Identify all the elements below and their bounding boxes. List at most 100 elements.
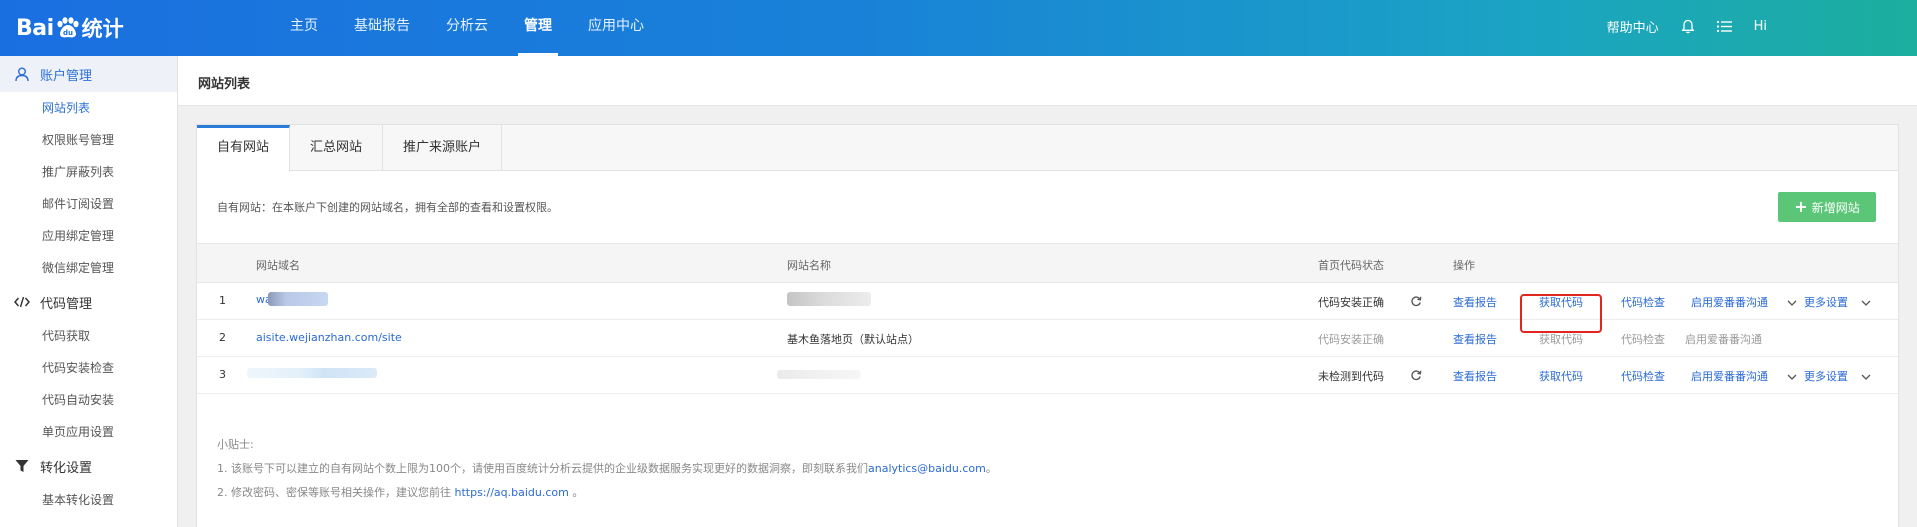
user-icon (14, 66, 30, 82)
sidebar-item-auto-install[interactable]: 代码自动安装 (0, 384, 177, 416)
sidebar: 账户管理 网站列表 权限账号管理 推广屏蔽列表 邮件订阅设置 应用绑定管理 微信… (0, 56, 178, 527)
sidebar-group-account[interactable]: 账户管理 (0, 56, 177, 92)
baidu-paw-icon: du (55, 17, 79, 39)
col-domain: 网站域名 (256, 259, 300, 272)
row-number: 2 (219, 331, 226, 344)
funnel-icon (14, 458, 30, 474)
chevron-down-icon[interactable] (1861, 371, 1871, 384)
sidebar-item-basic-conversion[interactable]: 基本转化设置 (0, 484, 177, 516)
code-check-link[interactable]: 代码检查 (1621, 294, 1665, 310)
site-list-panel: 自有网站 汇总网站 推广来源账户 自有网站：在本账户下创建的网站域名，拥有全部的… (196, 124, 1899, 527)
page-header: 网站列表 (178, 56, 1917, 106)
site-table: 网站域名 网站名称 首页代码状态 操作 1 wa 代码安装正确 查看报告 获取代… (197, 243, 1898, 394)
chevron-down-icon[interactable] (1787, 371, 1797, 384)
enable-aifanfan-link[interactable]: 启用爱番番沟通 (1691, 294, 1768, 310)
nav-analysis-cloud[interactable]: 分析云 (428, 0, 506, 56)
table-row: 2 aisite.wejianzhan.com/site 基木鱼落地页（默认站点… (197, 320, 1898, 357)
sidebar-item-code-check[interactable]: 代码安装检查 (0, 352, 177, 384)
enable-aifanfan-link-disabled: 启用爱番番沟通 (1685, 333, 1762, 346)
code-icon (14, 294, 30, 310)
sidebar-group-label: 转化设置 (40, 460, 93, 476)
site-domain[interactable] (247, 368, 377, 381)
plus-icon: + (1794, 197, 1808, 216)
svg-text:du: du (63, 29, 73, 37)
site-name (777, 369, 861, 382)
col-name: 网站名称 (787, 259, 831, 272)
code-check-link[interactable]: 代码检查 (1621, 368, 1665, 384)
tips-title: 小贴士: (217, 438, 254, 451)
nav-manage[interactable]: 管理 (506, 0, 570, 56)
more-settings-link[interactable]: 更多设置 (1804, 368, 1848, 384)
table-row: 1 wa 代码安装正确 查看报告 获取代码 代码检查 启用爱番番沟通 更多设置 (197, 283, 1898, 333)
own-sites-intro: 自有网站：在本账户下创建的网站域名，拥有全部的查看和设置权限。 (217, 201, 558, 214)
tips-section: 小贴士: 1. 该账号下可以建立的自有网站个数上限为100个，请使用百度统计分析… (217, 433, 997, 505)
sidebar-item-promo-block[interactable]: 推广屏蔽列表 (0, 156, 177, 188)
help-center-link[interactable]: 帮助中心 (1607, 17, 1659, 36)
code-status: 代码安装正确 (1318, 296, 1384, 309)
sidebar-item-permission[interactable]: 权限账号管理 (0, 124, 177, 156)
col-ops: 操作 (1453, 259, 1475, 272)
col-status: 首页代码状态 (1318, 259, 1384, 272)
user-greeting[interactable]: Hi (1754, 19, 1767, 34)
main-nav: 主页 基础报告 分析云 管理 应用中心 (272, 0, 662, 56)
site-domain[interactable]: aisite.wejianzhan.com/site (256, 331, 402, 344)
tips-line-2-text: 2. 修改密码、密保等账号相关操作，建议您前往 (217, 486, 455, 499)
sidebar-group-code[interactable]: 代码管理 (0, 284, 177, 320)
tips-line-2: 2. 修改密码、密保等账号相关操作，建议您前往 https://aq.baidu… (217, 481, 997, 505)
enable-aifanfan-link[interactable]: 启用爱番番沟通 (1691, 368, 1768, 384)
table-row: 3 未检测到代码 查看报告 获取代码 代码检查 启用爱番番沟通 更多设置 (197, 357, 1898, 394)
tips-line-1-text: 1. 该账号下可以建立的自有网站个数上限为100个，请使用百度统计分析云提供的企… (217, 462, 868, 475)
security-center-link[interactable]: https://aq.baidu.com (455, 486, 569, 499)
baidu-tongji-logo[interactable]: Bai du 统计 (16, 10, 124, 46)
chevron-down-icon[interactable] (1861, 297, 1871, 310)
sidebar-group-conversion[interactable]: 转化设置 (0, 448, 177, 484)
sidebar-group-label: 代码管理 (40, 296, 93, 312)
top-navbar: Bai du 统计 主页 基础报告 分析云 管理 应用中心 帮助中心 Hi (0, 0, 1917, 56)
code-status: 未检测到代码 (1318, 370, 1384, 383)
sidebar-item-site-list[interactable]: 网站列表 (0, 92, 177, 124)
sidebar-item-app-binding[interactable]: 应用绑定管理 (0, 220, 177, 252)
tab-own-sites[interactable]: 自有网站 (197, 125, 291, 172)
get-code-link[interactable]: 获取代码 (1539, 368, 1583, 384)
tab-bar: 自有网站 汇总网站 推广来源账户 (197, 125, 1898, 172)
sidebar-group-label: 账户管理 (40, 68, 93, 84)
bell-icon[interactable] (1681, 19, 1695, 34)
nav-basic-report[interactable]: 基础报告 (336, 0, 428, 56)
get-code-link[interactable]: 获取代码 (1539, 294, 1583, 310)
chevron-down-icon[interactable] (1787, 297, 1797, 310)
refresh-icon[interactable] (1410, 295, 1422, 310)
get-code-link-disabled: 获取代码 (1539, 333, 1583, 346)
row-number: 1 (219, 294, 226, 307)
nav-app-center[interactable]: 应用中心 (570, 0, 662, 56)
add-site-button[interactable]: + 新增网站 (1778, 192, 1876, 222)
tab-promo-source-accounts[interactable]: 推广来源账户 (383, 125, 503, 171)
code-status: 代码安装正确 (1318, 333, 1384, 346)
redacted-domain (247, 368, 377, 378)
view-report-link[interactable]: 查看报告 (1453, 331, 1497, 347)
table-header: 网站域名 网站名称 首页代码状态 操作 (197, 243, 1898, 283)
sidebar-item-get-code[interactable]: 代码获取 (0, 320, 177, 352)
list-menu-icon[interactable] (1716, 20, 1732, 33)
logo-text-bai: Bai (16, 15, 54, 41)
row-number: 3 (219, 368, 226, 381)
page-title: 网站列表 (198, 77, 251, 92)
refresh-icon[interactable] (1410, 369, 1422, 384)
sidebar-item-wechat-binding[interactable]: 微信绑定管理 (0, 252, 177, 284)
nav-home[interactable]: 主页 (272, 0, 336, 56)
site-name (787, 292, 871, 309)
tips-line-1: 1. 该账号下可以建立的自有网站个数上限为100个，请使用百度统计分析云提供的企… (217, 457, 997, 481)
tab-summary-sites[interactable]: 汇总网站 (290, 125, 384, 171)
contact-email-link[interactable]: analytics@baidu.com (868, 462, 986, 475)
tips-line-2-end: 。 (568, 486, 584, 499)
view-report-link[interactable]: 查看报告 (1453, 368, 1497, 384)
sidebar-item-spa-settings[interactable]: 单页应用设置 (0, 416, 177, 448)
more-settings-link[interactable]: 更多设置 (1804, 294, 1848, 310)
site-domain[interactable]: wa (256, 292, 328, 306)
header-right-tools: 帮助中心 Hi (1607, 0, 1767, 52)
sidebar-item-mail-subscribe[interactable]: 邮件订阅设置 (0, 188, 177, 220)
site-name: 基木鱼落地页（默认站点） (787, 333, 919, 346)
redacted-domain (267, 292, 328, 306)
add-site-label: 新增网站 (1811, 200, 1860, 215)
view-report-link[interactable]: 查看报告 (1453, 294, 1497, 310)
logo-text-tongji: 统计 (81, 17, 124, 41)
